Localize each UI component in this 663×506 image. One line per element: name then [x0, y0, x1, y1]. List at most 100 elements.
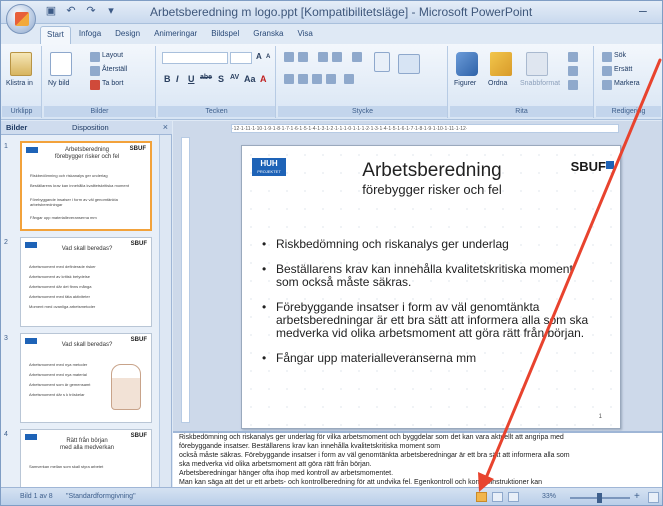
slide-subtitle[interactable]: förebygger risker och fel [302, 182, 562, 197]
slide-thumbnail[interactable]: SBUF Rätt från början med alla medverkan … [20, 429, 152, 487]
text-direction-icon[interactable] [374, 52, 390, 72]
slide-editor: ·12·1·11·1·10·1·9·1·8·1·7·1·6·1·5·1·4·1·… [173, 121, 663, 431]
align-left-icon[interactable] [284, 74, 294, 84]
align-center-icon[interactable] [298, 74, 308, 84]
zoom-in-icon[interactable]: + [634, 491, 640, 502]
numbering-icon[interactable] [298, 52, 308, 62]
shapes-icon[interactable] [456, 52, 478, 76]
zoom-slider-thumb[interactable] [597, 493, 602, 503]
bold-button[interactable]: B [164, 74, 171, 84]
paste-icon[interactable] [10, 52, 32, 76]
group-label-font: Tecken [158, 106, 275, 117]
char-spacing-button[interactable]: AV [230, 74, 239, 81]
minimize-icon[interactable]: – [639, 2, 657, 18]
shrink-font-button[interactable]: A [266, 54, 270, 60]
find-button[interactable]: Sök [614, 52, 626, 59]
font-name-input[interactable] [162, 52, 228, 64]
shape-effects-icon[interactable] [568, 80, 578, 90]
group-drawing: Figurer Ordna Snabbformat Rita [450, 46, 594, 118]
slide-thumbnail[interactable]: SBUF Vad skall beredas? Arbetsmoment med… [20, 237, 152, 327]
increase-indent-icon[interactable] [332, 52, 342, 62]
quick-styles-button[interactable]: Snabbformat [520, 80, 560, 87]
group-label-editing: Redigering [596, 106, 661, 117]
tab-visa[interactable]: Visa [291, 26, 318, 44]
line-spacing-icon[interactable] [352, 52, 362, 62]
slide-canvas[interactable]: HUH PROJEKTET SBUF Arbetsberedning föreb… [241, 145, 621, 429]
slide-bullet: Fångar upp materialleveranserna mm [262, 352, 592, 366]
normal-view-icon[interactable] [476, 492, 487, 502]
font-color-button[interactable]: A [260, 74, 267, 84]
group-font: A A B I U abe S AV Aa A Tecken [158, 46, 276, 118]
tab-disposition[interactable]: Disposition [72, 123, 109, 132]
slide-thumbnail[interactable]: SBUF Vad skall beredas? Arbetsmoment med… [20, 333, 152, 423]
quick-styles-icon[interactable] [526, 52, 548, 76]
delete-button[interactable]: Ta bort [102, 80, 123, 87]
strikethrough-button[interactable]: abe [200, 74, 212, 81]
tab-design[interactable]: Design [109, 26, 146, 44]
notes-line: ska medverka vid olika arbetsmoment att … [179, 461, 372, 468]
change-case-button[interactable]: Aa [244, 74, 256, 84]
close-icon[interactable]: × [163, 122, 168, 132]
tab-infoga[interactable]: Infoga [73, 26, 107, 44]
grow-font-button[interactable]: A [256, 52, 262, 61]
customize-icon[interactable]: ▾ [104, 4, 118, 18]
tab-start[interactable]: Start [40, 26, 71, 44]
zoom-level[interactable]: 33% [542, 493, 556, 500]
ribbon-tabs: Start Infoga Design Animeringar Bildspel… [40, 26, 319, 44]
thumbnail-bullet: Samverkan mellan som skall styra arbetet [29, 464, 104, 469]
new-slide-icon[interactable] [50, 52, 72, 76]
save-icon[interactable]: ▣ [44, 4, 58, 18]
font-size-input[interactable] [230, 52, 252, 64]
shadow-button[interactable]: S [218, 74, 224, 84]
slides-pane-scrollbar[interactable] [159, 135, 171, 487]
undo-icon[interactable]: ↶ [64, 4, 78, 18]
reset-button[interactable]: Återställ [102, 66, 127, 73]
slide-sorter-icon[interactable] [492, 492, 503, 502]
ribbon: Klistra in Urklipp Ny bild Layout Återst… [0, 44, 663, 120]
thumbnail-bullet: Riskbedömning och riskanalys ger underla… [30, 173, 108, 178]
theme-name[interactable]: "Standardformgivning" [66, 493, 136, 500]
arrange-icon[interactable] [490, 52, 512, 76]
thumbnail-bullet: Arbetsmoment med täta aktiviteter [29, 294, 90, 299]
bullets-icon[interactable] [284, 52, 294, 62]
redo-icon[interactable]: ↷ [84, 4, 98, 18]
shape-fill-icon[interactable] [568, 52, 578, 62]
justify-icon[interactable] [326, 74, 336, 84]
new-slide-button[interactable]: Ny bild [48, 80, 69, 87]
columns-icon[interactable] [344, 74, 354, 84]
align-right-icon[interactable] [312, 74, 322, 84]
tab-bildspel[interactable]: Bildspel [205, 26, 245, 44]
smartart-icon[interactable] [398, 54, 420, 74]
slide-counter: Bild 1 av 8 [20, 493, 53, 500]
slideshow-icon[interactable] [508, 492, 519, 502]
tab-bilder[interactable]: Bilder [6, 123, 27, 132]
notes-pane[interactable]: Riskbedömning och riskanalys ger underla… [173, 431, 663, 487]
thumbnail-row[interactable]: 4 SBUF Rätt från början med alla medverka… [0, 427, 160, 487]
shape-outline-icon[interactable] [568, 66, 578, 76]
layout-button[interactable]: Layout [102, 52, 123, 59]
huh-logo: HUH PROJEKTET [252, 158, 286, 176]
thumbnail-row[interactable]: 1 SBUF Arbetsberedning förebygger risker … [0, 139, 160, 233]
office-button[interactable] [6, 4, 36, 34]
fit-to-window-icon[interactable] [648, 492, 659, 503]
underline-button[interactable]: U [188, 74, 195, 84]
select-button[interactable]: Markera [614, 80, 640, 87]
slide-bullet-list[interactable]: Riskbedömning och riskanalys ger underla… [262, 238, 592, 377]
slide-title[interactable]: Arbetsberedning [332, 160, 532, 182]
replace-button[interactable]: Ersätt [614, 66, 632, 73]
office-logo-icon [15, 12, 29, 26]
thumbnail-bullet: Arbetsmoment med nya metoder [29, 362, 88, 367]
tab-animeringar[interactable]: Animeringar [148, 26, 203, 44]
thumbnail-row[interactable]: 3 SBUF Vad skall beredas? Arbetsmoment m… [0, 331, 160, 425]
thumbnail-bullet: Arbetsmoment som är gemensamt [29, 382, 91, 387]
italic-button[interactable]: I [176, 74, 179, 84]
paste-button[interactable]: Klistra in [6, 80, 33, 87]
thumbnail-row[interactable]: 2 SBUF Vad skall beredas? Arbetsmoment m… [0, 235, 160, 329]
group-label-drawing: Rita [450, 106, 593, 117]
shapes-button[interactable]: Figurer [454, 80, 476, 87]
slide-thumbnail[interactable]: SBUF Arbetsberedning förebygger risker oc… [20, 141, 152, 231]
decrease-indent-icon[interactable] [318, 52, 328, 62]
arrange-button[interactable]: Ordna [488, 80, 507, 87]
window-title: Arbetsberedning m logo.ppt [Kompatibilit… [150, 5, 533, 19]
tab-granska[interactable]: Granska [247, 26, 289, 44]
